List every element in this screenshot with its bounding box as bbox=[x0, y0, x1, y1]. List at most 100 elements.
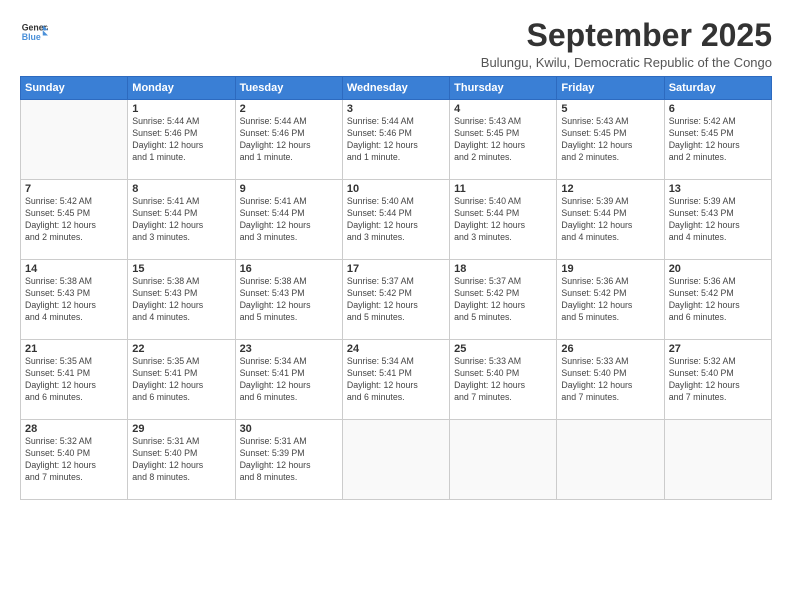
day-info: Sunrise: 5:31 AM Sunset: 5:39 PM Dayligh… bbox=[240, 436, 338, 484]
col-tuesday: Tuesday bbox=[235, 77, 342, 100]
day-number: 22 bbox=[132, 343, 230, 355]
day-number: 28 bbox=[25, 423, 123, 435]
day-info: Sunrise: 5:34 AM Sunset: 5:41 PM Dayligh… bbox=[347, 356, 445, 404]
day-info: Sunrise: 5:39 AM Sunset: 5:44 PM Dayligh… bbox=[561, 196, 659, 244]
day-info: Sunrise: 5:36 AM Sunset: 5:42 PM Dayligh… bbox=[561, 276, 659, 324]
day-info: Sunrise: 5:42 AM Sunset: 5:45 PM Dayligh… bbox=[25, 196, 123, 244]
table-row: 10Sunrise: 5:40 AM Sunset: 5:44 PM Dayli… bbox=[342, 180, 449, 260]
day-number: 8 bbox=[132, 183, 230, 195]
day-number: 7 bbox=[25, 183, 123, 195]
day-info: Sunrise: 5:31 AM Sunset: 5:40 PM Dayligh… bbox=[132, 436, 230, 484]
title-block: September 2025 Bulungu, Kwilu, Democrati… bbox=[481, 18, 772, 70]
calendar-week-row: 7Sunrise: 5:42 AM Sunset: 5:45 PM Daylig… bbox=[21, 180, 772, 260]
table-row: 18Sunrise: 5:37 AM Sunset: 5:42 PM Dayli… bbox=[450, 260, 557, 340]
day-info: Sunrise: 5:40 AM Sunset: 5:44 PM Dayligh… bbox=[454, 196, 552, 244]
table-row: 6Sunrise: 5:42 AM Sunset: 5:45 PM Daylig… bbox=[664, 100, 771, 180]
day-number: 13 bbox=[669, 183, 767, 195]
table-row: 11Sunrise: 5:40 AM Sunset: 5:44 PM Dayli… bbox=[450, 180, 557, 260]
day-info: Sunrise: 5:43 AM Sunset: 5:45 PM Dayligh… bbox=[561, 116, 659, 164]
calendar-header-row: Sunday Monday Tuesday Wednesday Thursday… bbox=[21, 77, 772, 100]
day-number: 21 bbox=[25, 343, 123, 355]
day-info: Sunrise: 5:32 AM Sunset: 5:40 PM Dayligh… bbox=[669, 356, 767, 404]
table-row: 15Sunrise: 5:38 AM Sunset: 5:43 PM Dayli… bbox=[128, 260, 235, 340]
day-info: Sunrise: 5:41 AM Sunset: 5:44 PM Dayligh… bbox=[132, 196, 230, 244]
day-number: 2 bbox=[240, 103, 338, 115]
logo-icon: General Blue bbox=[20, 18, 48, 46]
day-number: 25 bbox=[454, 343, 552, 355]
day-info: Sunrise: 5:35 AM Sunset: 5:41 PM Dayligh… bbox=[132, 356, 230, 404]
day-info: Sunrise: 5:44 AM Sunset: 5:46 PM Dayligh… bbox=[132, 116, 230, 164]
day-number: 1 bbox=[132, 103, 230, 115]
table-row: 12Sunrise: 5:39 AM Sunset: 5:44 PM Dayli… bbox=[557, 180, 664, 260]
logo: General Blue bbox=[20, 18, 48, 46]
day-number: 4 bbox=[454, 103, 552, 115]
table-row: 29Sunrise: 5:31 AM Sunset: 5:40 PM Dayli… bbox=[128, 420, 235, 500]
day-number: 19 bbox=[561, 263, 659, 275]
day-number: 20 bbox=[669, 263, 767, 275]
table-row: 24Sunrise: 5:34 AM Sunset: 5:41 PM Dayli… bbox=[342, 340, 449, 420]
calendar-week-row: 14 Sunrise: 5:38 AM Sunset: 5:43 PM Dayli… bbox=[21, 260, 772, 340]
table-row bbox=[557, 420, 664, 500]
col-saturday: Saturday bbox=[664, 77, 771, 100]
day-number: 17 bbox=[347, 263, 445, 275]
day-info: Sunrise: 5:43 AM Sunset: 5:45 PM Dayligh… bbox=[454, 116, 552, 164]
table-row: 4Sunrise: 5:43 AM Sunset: 5:45 PM Daylig… bbox=[450, 100, 557, 180]
day-number: 10 bbox=[347, 183, 445, 195]
day-info: Sunrise: 5:37 AM Sunset: 5:42 PM Dayligh… bbox=[347, 276, 445, 324]
day-info: Sunrise: 5:41 AM Sunset: 5:44 PM Dayligh… bbox=[240, 196, 338, 244]
table-row: 26Sunrise: 5:33 AM Sunset: 5:40 PM Dayli… bbox=[557, 340, 664, 420]
day-number: 16 bbox=[240, 263, 338, 275]
table-row: 25Sunrise: 5:33 AM Sunset: 5:40 PM Dayli… bbox=[450, 340, 557, 420]
table-row: 17Sunrise: 5:37 AM Sunset: 5:42 PM Dayli… bbox=[342, 260, 449, 340]
table-row bbox=[342, 420, 449, 500]
day-info: Sunrise: 5:44 AM Sunset: 5:46 PM Dayligh… bbox=[347, 116, 445, 164]
day-number: 27 bbox=[669, 343, 767, 355]
col-friday: Friday bbox=[557, 77, 664, 100]
table-row bbox=[21, 100, 128, 180]
day-info: Sunrise: 5:34 AM Sunset: 5:41 PM Dayligh… bbox=[240, 356, 338, 404]
day-number: 12 bbox=[561, 183, 659, 195]
day-info: Sunrise: 5:36 AM Sunset: 5:42 PM Dayligh… bbox=[669, 276, 767, 324]
day-number: 26 bbox=[561, 343, 659, 355]
day-number: 18 bbox=[454, 263, 552, 275]
table-row: 21Sunrise: 5:35 AM Sunset: 5:41 PM Dayli… bbox=[21, 340, 128, 420]
day-info: Sunrise: 5:40 AM Sunset: 5:44 PM Dayligh… bbox=[347, 196, 445, 244]
table-row: 1Sunrise: 5:44 AM Sunset: 5:46 PM Daylig… bbox=[128, 100, 235, 180]
table-row bbox=[450, 420, 557, 500]
day-number: 3 bbox=[347, 103, 445, 115]
table-row: 13Sunrise: 5:39 AM Sunset: 5:43 PM Dayli… bbox=[664, 180, 771, 260]
col-monday: Monday bbox=[128, 77, 235, 100]
table-row: 23Sunrise: 5:34 AM Sunset: 5:41 PM Dayli… bbox=[235, 340, 342, 420]
day-info: Sunrise: 5:42 AM Sunset: 5:45 PM Dayligh… bbox=[669, 116, 767, 164]
day-number: 15 bbox=[132, 263, 230, 275]
location-subtitle: Bulungu, Kwilu, Democratic Republic of t… bbox=[481, 55, 772, 70]
day-number: 24 bbox=[347, 343, 445, 355]
table-row: 27Sunrise: 5:32 AM Sunset: 5:40 PM Dayli… bbox=[664, 340, 771, 420]
calendar-week-row: 28Sunrise: 5:32 AM Sunset: 5:40 PM Dayli… bbox=[21, 420, 772, 500]
table-row: 5Sunrise: 5:43 AM Sunset: 5:45 PM Daylig… bbox=[557, 100, 664, 180]
table-row: 2Sunrise: 5:44 AM Sunset: 5:46 PM Daylig… bbox=[235, 100, 342, 180]
day-number: 23 bbox=[240, 343, 338, 355]
table-row: 8Sunrise: 5:41 AM Sunset: 5:44 PM Daylig… bbox=[128, 180, 235, 260]
table-row: 30Sunrise: 5:31 AM Sunset: 5:39 PM Dayli… bbox=[235, 420, 342, 500]
day-info: Sunrise: 5:32 AM Sunset: 5:40 PM Dayligh… bbox=[25, 436, 123, 484]
day-info: Sunrise: 5:44 AM Sunset: 5:46 PM Dayligh… bbox=[240, 116, 338, 164]
day-number: 9 bbox=[240, 183, 338, 195]
day-info: Sunrise: 5:38 AM Sunset: 5:43 PM Dayligh… bbox=[240, 276, 338, 324]
col-sunday: Sunday bbox=[21, 77, 128, 100]
table-row: 16Sunrise: 5:38 AM Sunset: 5:43 PM Dayli… bbox=[235, 260, 342, 340]
month-title: September 2025 bbox=[481, 18, 772, 53]
table-row: 20Sunrise: 5:36 AM Sunset: 5:42 PM Dayli… bbox=[664, 260, 771, 340]
table-row: 3Sunrise: 5:44 AM Sunset: 5:46 PM Daylig… bbox=[342, 100, 449, 180]
table-row: 19Sunrise: 5:36 AM Sunset: 5:42 PM Dayli… bbox=[557, 260, 664, 340]
day-info: Sunrise: 5:39 AM Sunset: 5:43 PM Dayligh… bbox=[669, 196, 767, 244]
calendar-week-row: 21 Sunrise: 5:35 AM Sunset: 5:41 PM Dayli… bbox=[21, 340, 772, 420]
page-header: General Blue September 2025 Bulungu, Kwi… bbox=[20, 18, 772, 70]
table-row: 14Sunrise: 5:38 AM Sunset: 5:43 PM Dayli… bbox=[21, 260, 128, 340]
calendar-week-row: 1Sunrise: 5:44 AM Sunset: 5:46 PM Daylig… bbox=[21, 100, 772, 180]
table-row: 28Sunrise: 5:32 AM Sunset: 5:40 PM Dayli… bbox=[21, 420, 128, 500]
day-number: 29 bbox=[132, 423, 230, 435]
day-number: 14 bbox=[25, 263, 123, 275]
svg-text:Blue: Blue bbox=[22, 32, 41, 42]
day-info: Sunrise: 5:33 AM Sunset: 5:40 PM Dayligh… bbox=[454, 356, 552, 404]
